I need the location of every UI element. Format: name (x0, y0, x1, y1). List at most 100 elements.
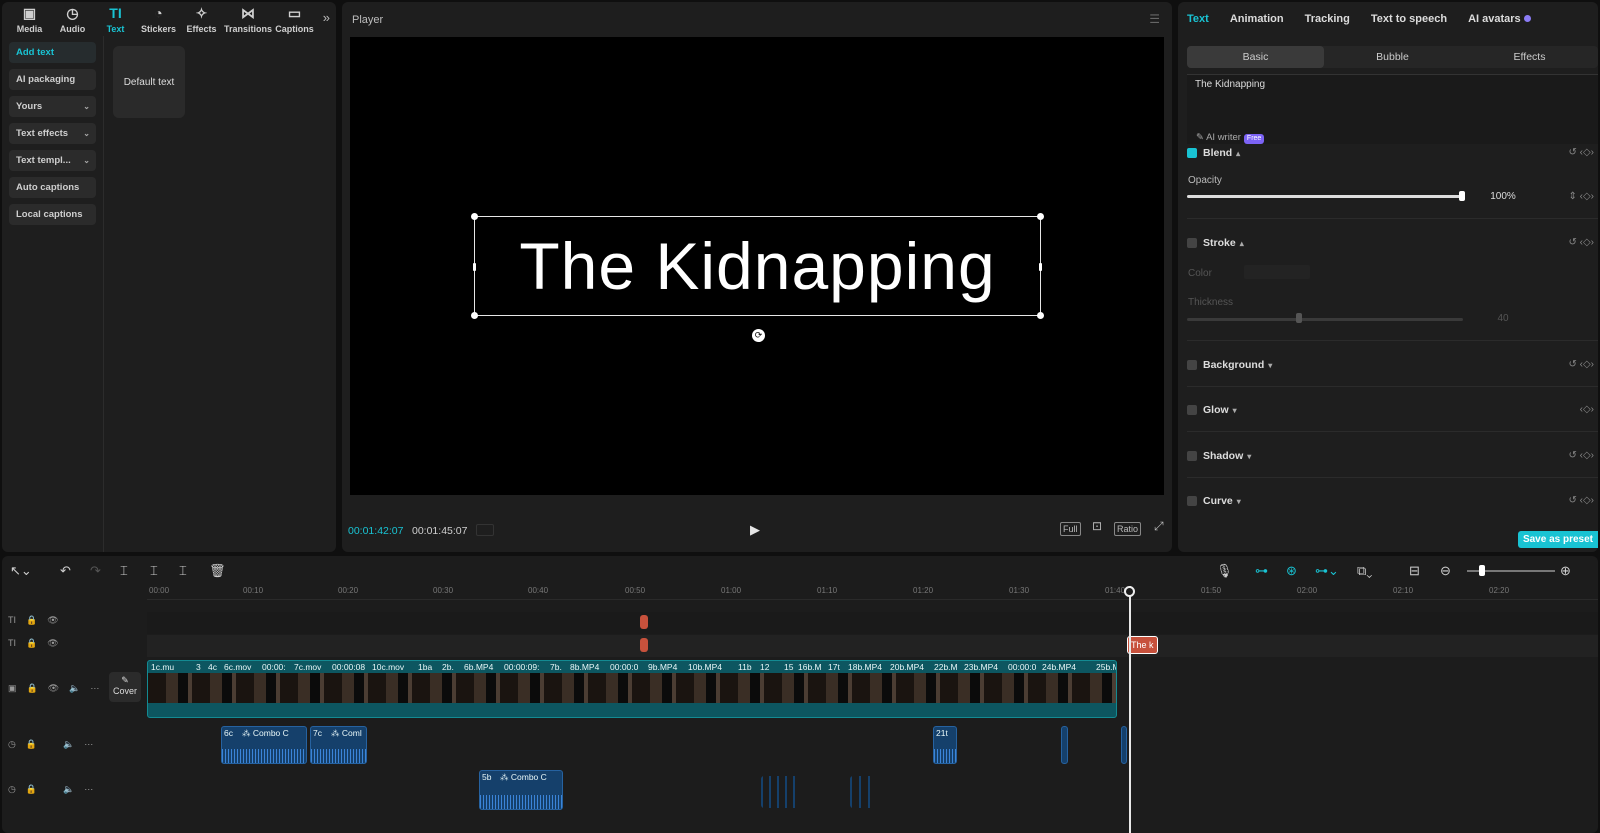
sidebar-item-local-captions[interactable]: Local captions (9, 204, 96, 225)
sidebar-item-auto-captions[interactable]: Auto captions (9, 177, 96, 198)
shadow-section[interactable]: Shadow ▾ (1187, 450, 1251, 462)
link-icon[interactable]: ⊶ (1255, 563, 1268, 579)
more-icon[interactable]: ⋯ (84, 784, 93, 795)
stroke-checkbox[interactable] (1187, 238, 1197, 248)
split-icon[interactable]: ⌶ (120, 563, 128, 579)
text-clip[interactable]: The k (1127, 636, 1158, 654)
video-clip-strip[interactable]: 1c.mu 3 4c 6c.mov 00:00: 7c.mov 00:00:08… (147, 660, 1117, 718)
ai-writer-button[interactable]: ✎ AI writer Free (1196, 132, 1265, 144)
opacity-slider[interactable] (1187, 195, 1463, 198)
reset-keyframe-icon[interactable]: ↺ ‹◇› (1568, 450, 1594, 461)
thickness-slider[interactable] (1187, 318, 1463, 321)
tab-animation[interactable]: Animation (1230, 13, 1284, 25)
sidebar-item-yours[interactable]: Yours ⌄ (9, 96, 96, 117)
toolbar-media[interactable]: ▣ Media (8, 6, 51, 35)
subtab-bubble[interactable]: Bubble (1324, 46, 1461, 68)
blend-section[interactable]: Blend ▴ (1187, 147, 1240, 159)
shadow-checkbox[interactable] (1187, 451, 1197, 461)
tab-ai-avatars[interactable]: AI avatars (1468, 13, 1531, 25)
resize-handle[interactable] (1037, 213, 1044, 220)
text-marker[interactable] (640, 638, 648, 652)
zoom-slider-knob[interactable] (1479, 565, 1485, 576)
toolbar-text[interactable]: TI Text (94, 6, 137, 35)
keyframe-icon[interactable]: ‹◇› (1580, 404, 1594, 415)
more-icon[interactable]: ⋯ (90, 683, 99, 694)
magnet-icon[interactable]: ⊛ (1286, 563, 1297, 579)
text-marker[interactable] (640, 615, 648, 629)
preview-screen[interactable]: The Kidnapping ⟳ (350, 37, 1164, 495)
audio-clip[interactable]: 21t (933, 726, 957, 764)
resize-handle[interactable] (473, 263, 476, 271)
tab-text-to-speech[interactable]: Text to speech (1371, 13, 1447, 25)
fullscreen-icon[interactable]: ⤢ (1152, 520, 1166, 532)
audio-clip[interactable] (1061, 726, 1068, 764)
preview-axis-icon[interactable]: ⧉⌄ (1357, 563, 1372, 579)
select-cursor-icon[interactable]: ↖⌄ (10, 563, 32, 579)
glow-section[interactable]: Glow ▾ (1187, 404, 1237, 416)
volume-icon[interactable]: 🔈 (69, 683, 80, 694)
curve-section[interactable]: Curve ▾ (1187, 495, 1241, 507)
subtab-effects[interactable]: Effects (1461, 46, 1598, 68)
curve-checkbox[interactable] (1187, 496, 1197, 506)
sidebar-item-text-effects[interactable]: Text effects ⌄ (9, 123, 96, 144)
sidebar-item-add-text[interactable]: Add text (9, 42, 96, 63)
resize-handle[interactable] (1037, 312, 1044, 319)
undo-icon[interactable]: ↶ (60, 563, 71, 579)
toolbar-captions[interactable]: ▭ Captions (273, 6, 316, 35)
toolbar-effects[interactable]: ✧ Effects (180, 6, 223, 35)
blend-checkbox[interactable] (1187, 148, 1197, 158)
timecode-format-toggle[interactable] (476, 524, 494, 536)
split-left-icon[interactable]: ⌶ (150, 563, 158, 579)
sidebar-item-text-templates[interactable]: Text templ... ⌄ (9, 150, 96, 171)
background-checkbox[interactable] (1187, 360, 1197, 370)
tab-tracking[interactable]: Tracking (1305, 13, 1350, 25)
snap-icon[interactable]: ⊶⌄ (1315, 563, 1339, 579)
resize-handle[interactable] (471, 312, 478, 319)
fit-icon[interactable]: ⊟ (1409, 563, 1420, 579)
text-selection-box[interactable]: The Kidnapping (471, 213, 1044, 319)
audio-clip[interactable]: 5b ⁂ Combo C (479, 770, 563, 810)
stroke-section[interactable]: Stroke ▴ (1187, 237, 1244, 249)
playhead[interactable] (1129, 586, 1131, 833)
audio-clip[interactable] (1121, 726, 1127, 764)
split-right-icon[interactable]: ⌶ (179, 563, 187, 579)
tab-text[interactable]: Text (1187, 13, 1209, 25)
audio-clip[interactable]: 6c ⁂ Combo C (221, 726, 307, 764)
redo-icon[interactable]: ↷ (90, 563, 101, 579)
reset-keyframe-icon[interactable]: ↺ ‹◇› (1568, 147, 1594, 158)
toolbar-audio[interactable]: ◷ Audio (51, 6, 94, 35)
zoom-out-icon[interactable]: ⊖ (1440, 563, 1451, 579)
more-icon[interactable]: ⋯ (84, 739, 93, 750)
eye-icon[interactable]: 👁 (48, 683, 59, 694)
zoom-in-icon[interactable]: ⊕ (1560, 563, 1571, 579)
eye-icon[interactable]: 👁 (47, 638, 58, 649)
background-section[interactable]: Background ▾ (1187, 359, 1272, 371)
playhead-handle[interactable] (1124, 586, 1135, 597)
rotate-icon[interactable]: ⟳ (752, 329, 765, 342)
toolbar-transitions[interactable]: ⋈ Transitions (223, 6, 273, 35)
save-as-preset-button[interactable]: Save as preset (1517, 531, 1598, 548)
subtab-basic[interactable]: Basic (1187, 46, 1324, 68)
more-chevron-icon[interactable]: » (323, 10, 330, 25)
microphone-icon[interactable]: 🎙 (1216, 563, 1233, 579)
opacity-slider-knob[interactable] (1459, 191, 1465, 201)
lock-icon[interactable]: 🔒 (26, 784, 37, 795)
lock-icon[interactable]: 🔒 (26, 615, 37, 626)
volume-icon[interactable]: 🔈 (63, 739, 74, 750)
toolbar-stickers[interactable]: ◔ Stickers (137, 6, 180, 35)
color-picker[interactable] (1244, 265, 1310, 279)
menu-icon[interactable]: ☰ (1149, 12, 1160, 26)
eye-icon[interactable]: 👁 (47, 615, 58, 626)
reset-keyframe-icon[interactable]: ↺ ‹◇› (1568, 495, 1594, 506)
cover-button[interactable]: ✎ Cover (109, 672, 141, 702)
sidebar-item-ai-packaging[interactable]: AI packaging (9, 69, 96, 90)
resize-handle[interactable] (471, 213, 478, 220)
thickness-value[interactable]: 40 (1484, 313, 1522, 324)
stepper-keyframe-icon[interactable]: ⇕ ‹◇› (1568, 191, 1594, 202)
lock-icon[interactable]: 🔒 (26, 638, 37, 649)
audio-clip[interactable]: 7c ⁂ Coml (310, 726, 367, 764)
snapshot-icon[interactable]: ⊡ (1090, 520, 1104, 532)
timeline-ruler[interactable]: 00:00 00:10 00:20 00:30 00:40 00:50 01:0… (147, 584, 1598, 600)
reset-keyframe-icon[interactable]: ↺ ‹◇› (1568, 359, 1594, 370)
default-text-card[interactable]: Default text (113, 46, 185, 118)
